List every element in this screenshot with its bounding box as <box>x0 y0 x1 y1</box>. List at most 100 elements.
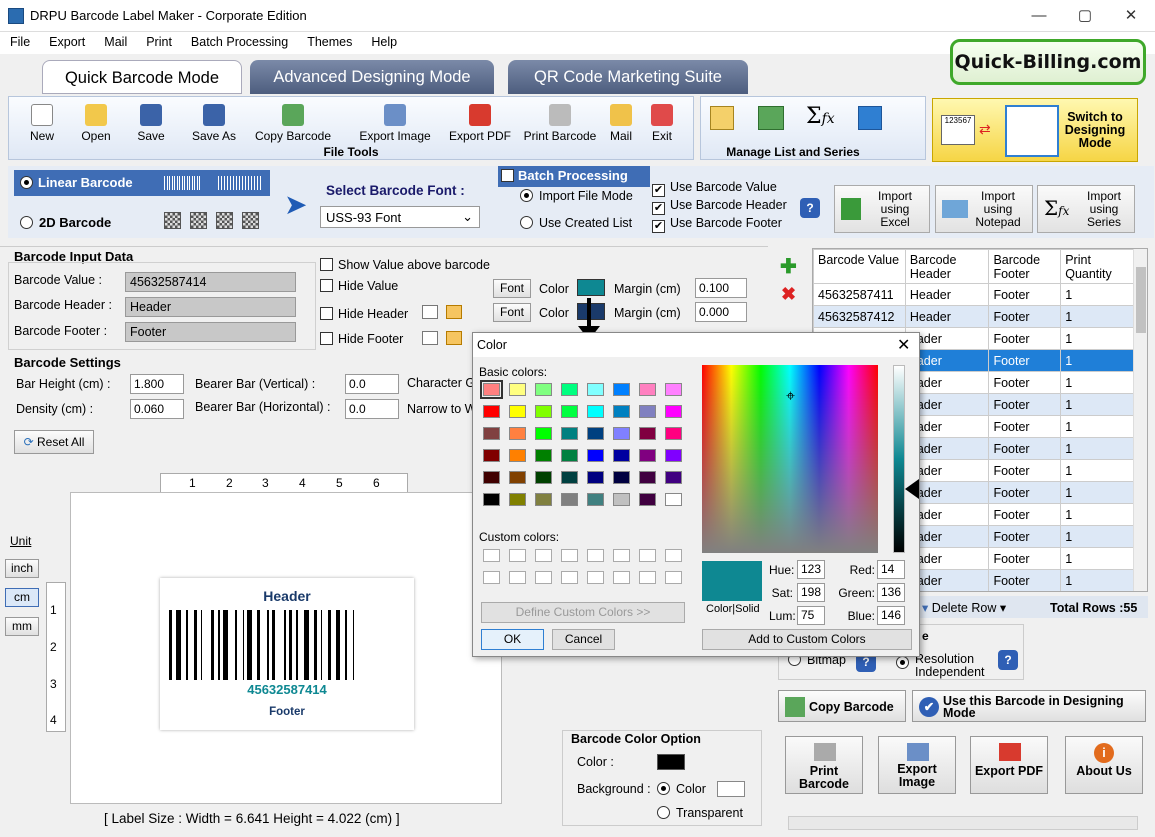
linear-radio[interactable] <box>20 176 33 189</box>
custom-color-swatch[interactable] <box>509 549 526 562</box>
unit-mm-button[interactable]: mm <box>5 617 39 636</box>
basic-color-swatch[interactable] <box>535 427 552 440</box>
dialog-close-icon[interactable]: ✕ <box>897 335 910 355</box>
new-button[interactable]: New <box>26 104 58 143</box>
import-file-radio[interactable] <box>520 189 533 202</box>
table-cell[interactable]: Header <box>904 283 990 306</box>
barcode-value-field[interactable]: 45632587414 <box>125 272 296 292</box>
delete-row-icon[interactable]: ✖ <box>781 284 796 305</box>
import-notepad-button[interactable]: Import using Notepad <box>935 185 1033 233</box>
basic-color-swatch[interactable] <box>480 380 503 399</box>
table-row[interactable]: 45632587411 Header Footer 1 <box>813 283 1134 306</box>
basic-color-swatch[interactable] <box>587 493 604 506</box>
use-barcode-value[interactable]: ✔ Use Barcode Value <box>652 180 777 197</box>
table-cell[interactable]: 1 <box>1060 525 1134 548</box>
basic-color-swatch[interactable] <box>509 471 526 484</box>
table-cell[interactable]: Footer <box>988 283 1062 306</box>
col-barcode-value[interactable]: Barcode Value <box>813 249 906 284</box>
cancel-button[interactable]: Cancel <box>552 629 615 650</box>
bottom-scrollbar[interactable] <box>788 816 1138 830</box>
table-cell[interactable]: 45632587411 <box>813 283 906 306</box>
align-center-icon-2[interactable] <box>446 331 462 345</box>
basic-color-swatch[interactable] <box>535 405 552 418</box>
sat-input[interactable]: 198 <box>797 583 825 602</box>
use-value-checkbox[interactable]: ✔ <box>652 184 665 197</box>
linear-barcode-option[interactable]: Linear Barcode <box>14 170 270 196</box>
custom-color-swatch[interactable] <box>665 571 682 584</box>
batch-processing-toggle[interactable]: ✔ Batch Processing <box>498 166 650 187</box>
swap-icon[interactable] <box>858 106 882 130</box>
table-cell[interactable]: 1 <box>1060 283 1134 306</box>
basic-color-swatch[interactable] <box>639 405 656 418</box>
basic-color-swatch[interactable] <box>483 449 500 462</box>
basic-color-swatch[interactable] <box>535 471 552 484</box>
font-select[interactable]: USS-93 Font ⌄ <box>320 206 480 228</box>
hide-value[interactable]: Hide Value <box>320 279 398 293</box>
reset-all-button[interactable]: ⟳ Reset All <box>14 430 94 454</box>
basic-color-swatch[interactable] <box>587 471 604 484</box>
bg-color-option[interactable]: Color <box>657 782 706 796</box>
table-cell[interactable]: 1 <box>1060 305 1134 328</box>
basic-color-swatch[interactable] <box>613 493 630 506</box>
custom-color-swatch[interactable] <box>483 549 500 562</box>
table-scrollbar[interactable] <box>1133 249 1147 591</box>
align-center-icon[interactable] <box>446 305 462 319</box>
custom-color-swatch[interactable] <box>639 549 656 562</box>
col-barcode-footer[interactable]: Barcode Footer <box>988 249 1062 284</box>
help-icon[interactable]: ? <box>800 198 820 218</box>
basic-color-swatch[interactable] <box>639 383 656 396</box>
menu-mail[interactable]: Mail <box>94 32 136 49</box>
table-cell[interactable]: 1 <box>1060 481 1134 504</box>
minimize-button[interactable]: — <box>1016 0 1062 32</box>
series-icon[interactable]: Σfx <box>806 104 835 129</box>
switch-designing-button[interactable]: 123567 ⇄ Switch to Designing Mode <box>932 98 1138 162</box>
menu-help[interactable]: Help <box>361 32 406 49</box>
basic-color-swatch[interactable] <box>665 449 682 462</box>
basic-color-swatch[interactable] <box>483 405 500 418</box>
2d-radio[interactable] <box>20 216 33 229</box>
luminance-slider[interactable] <box>893 365 905 553</box>
show-above-checkbox[interactable] <box>320 258 333 271</box>
barcode-footer-field[interactable]: Footer <box>125 322 296 342</box>
table-cell[interactable]: Footer <box>988 569 1062 591</box>
table-cell[interactable]: Footer <box>988 481 1062 504</box>
basic-color-swatch[interactable] <box>561 405 578 418</box>
custom-color-swatch[interactable] <box>665 549 682 562</box>
custom-color-swatch[interactable] <box>587 549 604 562</box>
luminance-pointer-icon[interactable] <box>905 479 919 499</box>
import-file-mode[interactable]: Import File Mode <box>520 189 633 203</box>
red-input[interactable]: 14 <box>877 560 905 579</box>
basic-color-swatch[interactable] <box>587 405 604 418</box>
basic-color-swatch[interactable] <box>613 383 630 396</box>
basic-color-swatch[interactable] <box>665 383 682 396</box>
add-row-icon[interactable]: ✚ <box>780 254 797 279</box>
table-cell[interactable]: 1 <box>1060 393 1134 416</box>
custom-color-swatch[interactable] <box>613 549 630 562</box>
custom-color-swatch[interactable] <box>561 549 578 562</box>
table-cell[interactable]: 45632587412 <box>813 305 906 328</box>
use-barcode-header[interactable]: ✔ Use Barcode Header <box>652 198 787 215</box>
resolution-radio[interactable] <box>896 656 909 669</box>
col-barcode-header[interactable]: Barcode Header <box>904 249 990 284</box>
basic-color-swatch[interactable] <box>561 383 578 396</box>
margin-1-input[interactable]: 0.100 <box>695 278 747 298</box>
menu-export[interactable]: Export <box>39 32 94 49</box>
basic-color-swatch[interactable] <box>613 449 630 462</box>
use-footer-checkbox[interactable]: ✔ <box>652 220 665 233</box>
basic-color-swatch[interactable] <box>509 449 526 462</box>
2d-barcode-option[interactable]: 2D Barcode <box>20 215 111 230</box>
value-color-swatch[interactable] <box>577 279 605 296</box>
custom-color-swatch[interactable] <box>613 571 630 584</box>
basic-color-swatch[interactable] <box>561 449 578 462</box>
basic-color-swatch[interactable] <box>665 427 682 440</box>
basic-color-swatch[interactable] <box>665 493 682 506</box>
export-pdf-button[interactable]: Export PDF <box>446 104 514 143</box>
use-created-list[interactable]: Use Created List <box>520 216 632 230</box>
basic-color-swatch[interactable] <box>509 405 526 418</box>
edit-list-icon[interactable] <box>710 106 734 130</box>
blue-input[interactable]: 146 <box>877 606 905 625</box>
table-cell[interactable]: Footer <box>988 525 1062 548</box>
basic-color-swatch[interactable] <box>639 427 656 440</box>
header-color-swatch[interactable] <box>577 303 605 320</box>
custom-color-swatch[interactable] <box>535 549 552 562</box>
